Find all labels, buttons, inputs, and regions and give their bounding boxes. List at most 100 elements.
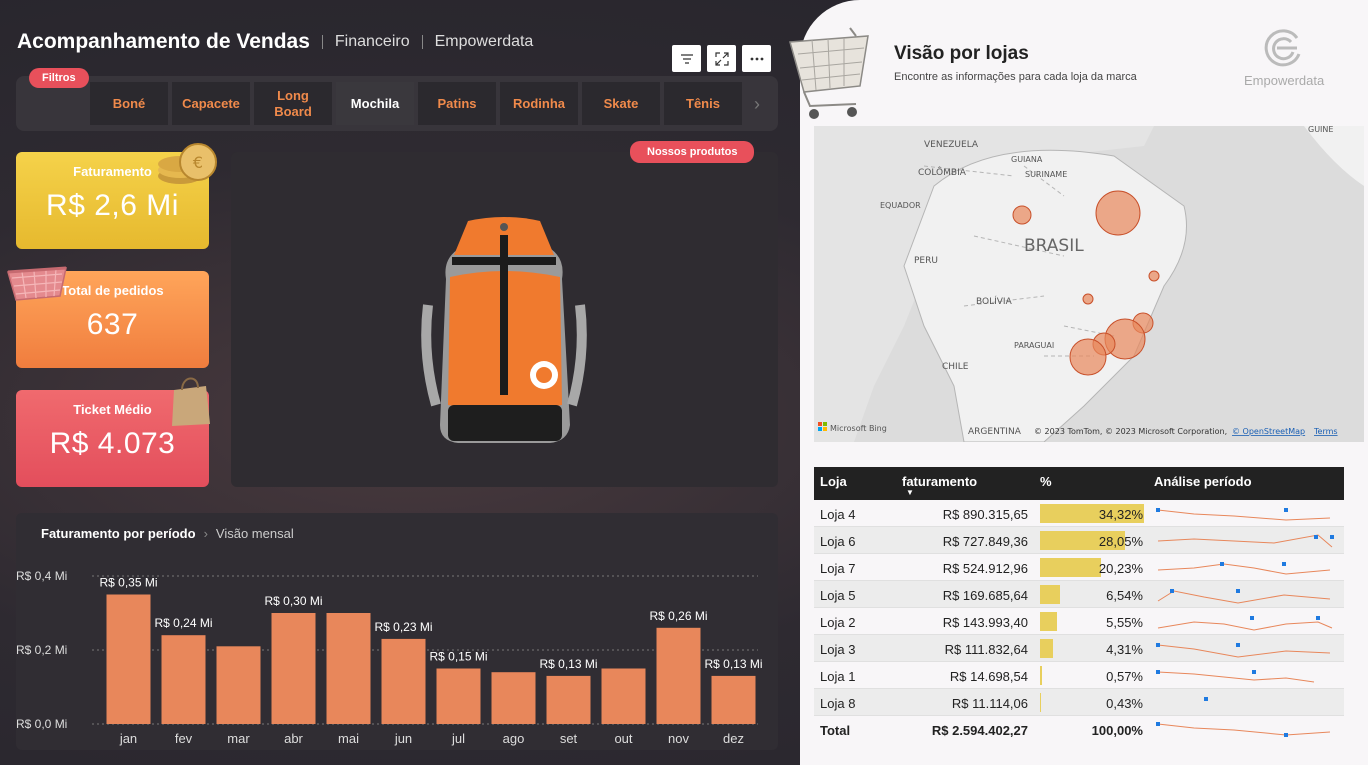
store-revenue: R$ 143.993,40 <box>942 615 1028 630</box>
map-canvas: VENEZUELA GUIANA SURINAME GUINE COLÔMBIA… <box>814 126 1364 442</box>
total-label: Total <box>820 723 851 738</box>
kpi-value: R$ 2,6 Mi <box>46 189 179 222</box>
bar-jan[interactable] <box>106 594 151 725</box>
map-label-equador: EQUADOR <box>880 201 921 210</box>
y-tick-label: R$ 0,0 Mi <box>16 717 67 731</box>
store-name: Loja 5 <box>820 588 856 603</box>
data-label: R$ 0,13 Mi <box>539 657 597 671</box>
tab-long-board[interactable]: Long Board <box>254 82 332 125</box>
store-pct: 20,23% <box>1098 561 1143 576</box>
table-row[interactable]: Loja 2 R$ 143.993,40 5,55% <box>814 608 1344 635</box>
store-pct: 34,32% <box>1098 507 1143 522</box>
table-header: Loja faturamento ▼ % Análise período <box>814 467 1344 500</box>
terms-link[interactable]: Terms <box>1313 427 1338 436</box>
tab-tênis[interactable]: Tênis <box>664 82 742 125</box>
map-label-argentina: ARGENTINA <box>968 427 1022 437</box>
stores-subtitle: Encontre as informações para cada loja d… <box>894 71 1137 83</box>
bar-fev[interactable] <box>161 635 206 724</box>
breadcrumb-financeiro[interactable]: Financeiro <box>335 33 410 51</box>
bar-jun[interactable] <box>381 638 426 724</box>
map-label-bolivia: BOLÍVIA <box>976 295 1013 307</box>
sparkline <box>1156 508 1331 521</box>
x-tick-label: mai <box>338 731 359 746</box>
bar-nov[interactable] <box>656 627 701 724</box>
bar-ago[interactable] <box>491 672 536 724</box>
tab-skate[interactable]: Skate <box>582 82 660 125</box>
chart-title-sub[interactable]: Visão mensal <box>216 526 294 541</box>
filters-label: Filtros <box>29 68 89 88</box>
empowerdata-logo-icon <box>1264 29 1301 67</box>
bar-out[interactable] <box>601 668 646 725</box>
store-pct: 4,31% <box>1106 642 1143 657</box>
tab-patins[interactable]: Patins <box>418 82 496 125</box>
products-badge: Nossos produtos <box>630 141 755 163</box>
sparkline <box>1156 722 1331 737</box>
bar-mai[interactable] <box>326 613 371 724</box>
x-tick-label: fev <box>175 731 193 746</box>
store-bubble[interactable] <box>1069 338 1107 376</box>
store-bubble[interactable] <box>1148 270 1160 282</box>
breadcrumb-empowerdata[interactable]: Empowerdata <box>435 33 534 51</box>
sparkline <box>1204 697 1208 701</box>
shopping-bag-icon <box>172 377 210 426</box>
table-row[interactable]: Loja 1 R$ 14.698,54 0,57% <box>814 662 1344 689</box>
pct-bar <box>1040 585 1060 604</box>
col-loja[interactable]: Loja <box>820 474 847 489</box>
store-name: Loja 8 <box>820 696 856 711</box>
table-body: Loja 4 R$ 890.315,65 34,32% Loja 6 R$ 727.84… <box>814 500 1344 716</box>
store-revenue: R$ 727.849,36 <box>942 534 1028 549</box>
bar-abr[interactable] <box>271 613 316 724</box>
x-tick-label: abr <box>284 731 303 746</box>
x-tick-label: mar <box>227 731 250 746</box>
map-label-venezuela: VENEZUELA <box>924 140 979 150</box>
expand-icon[interactable] <box>707 45 736 72</box>
tab-mochila[interactable]: Mochila <box>336 82 414 125</box>
sparkline <box>1157 616 1333 631</box>
product-panel <box>231 152 778 487</box>
store-pct: 6,54% <box>1106 588 1143 603</box>
tab-capacete[interactable]: Capacete <box>172 82 250 125</box>
chevron-right-icon[interactable]: › <box>754 94 760 115</box>
tab-boné[interactable]: Boné <box>90 82 168 125</box>
col-pct[interactable]: % <box>1040 474 1052 489</box>
basket-icon <box>7 266 67 301</box>
more-icon[interactable] <box>742 45 771 72</box>
store-bubble[interactable] <box>1012 205 1032 225</box>
coins-icon: € <box>158 143 217 184</box>
table-row[interactable]: Loja 6 R$ 727.849,36 28,05% <box>814 527 1344 554</box>
x-tick-label: jul <box>451 731 465 746</box>
bar-set[interactable] <box>546 675 591 724</box>
total-faturamento: R$ 2.594.402,27 <box>931 723 1028 738</box>
table-row[interactable]: Loja 7 R$ 524.912,96 20,23% <box>814 554 1344 581</box>
store-name: Loja 1 <box>820 669 856 684</box>
map-label-peru: PERU <box>914 256 938 266</box>
col-analise[interactable]: Análise período <box>1154 474 1252 489</box>
store-pct: 0,43% <box>1106 696 1143 711</box>
table-row[interactable]: Loja 8 R$ 11.114,06 0,43% <box>814 689 1344 716</box>
sales-dashboard: Acompanhamento de Vendas Financeiro Empo… <box>0 0 800 765</box>
pct-bar <box>1040 639 1054 658</box>
filter-icon[interactable] <box>672 45 701 72</box>
x-tick-label: jun <box>394 731 412 746</box>
col-faturamento[interactable]: faturamento <box>902 474 977 489</box>
bar-dez[interactable] <box>711 675 756 724</box>
chevron-right-icon: › <box>203 526 208 541</box>
osm-link[interactable]: © OpenStreetMap <box>1232 427 1305 436</box>
table-row[interactable]: Loja 3 R$ 111.832,64 4,31% <box>814 635 1344 662</box>
store-bubble[interactable] <box>1095 190 1141 236</box>
store-bubble[interactable] <box>1082 293 1094 305</box>
bar-mar[interactable] <box>216 646 261 724</box>
table-row[interactable]: Loja 4 R$ 890.315,65 34,32% <box>814 500 1344 527</box>
table-row[interactable]: Loja 5 R$ 169.685,64 6,54% <box>814 581 1344 608</box>
sparkline <box>1156 670 1315 683</box>
shopping-cart-icon <box>789 27 869 119</box>
header: Acompanhamento de Vendas Financeiro Empo… <box>17 30 533 54</box>
tab-rodinha[interactable]: Rodinha <box>500 82 578 125</box>
map-label-guine: GUINE <box>1308 126 1333 134</box>
sparkline <box>1157 562 1331 575</box>
backpack-image <box>421 217 587 443</box>
bar-jul[interactable] <box>436 668 481 725</box>
map-label-brasil: BRASIL <box>1024 236 1084 256</box>
stores-map[interactable]: VENEZUELA GUIANA SURINAME GUINE COLÔMBIA… <box>814 126 1364 442</box>
data-label: R$ 0,13 Mi <box>704 657 762 671</box>
